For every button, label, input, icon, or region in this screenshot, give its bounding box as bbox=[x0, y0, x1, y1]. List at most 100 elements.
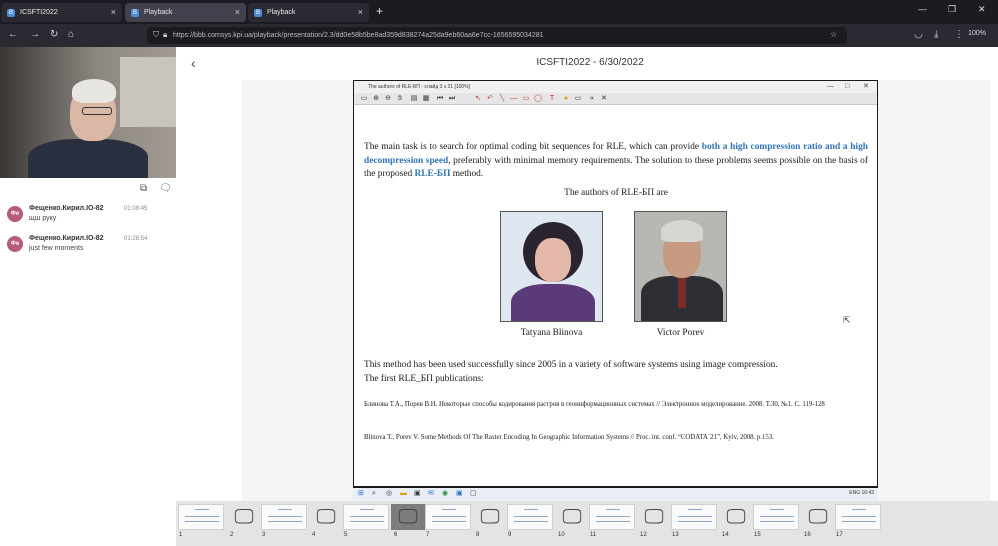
thumbnail-slide[interactable] bbox=[507, 504, 553, 530]
clear-icon[interactable]: ∝ bbox=[588, 95, 596, 103]
usage-paragraph: This method has been used successfully s… bbox=[364, 360, 778, 384]
thumbnail-number: 5 bbox=[344, 532, 348, 538]
hand-icon[interactable]: ✋︎ bbox=[396, 95, 404, 103]
tab-label: Playback bbox=[144, 9, 173, 16]
monitor-icon[interactable]: 🖵︎ bbox=[227, 504, 261, 530]
thumbnail-slide[interactable] bbox=[261, 504, 307, 530]
tab-playback[interactable]: B Playback × bbox=[248, 3, 369, 22]
grid-icon[interactable]: ▦ bbox=[422, 95, 430, 103]
ellipse-icon[interactable]: ◯ bbox=[534, 95, 542, 103]
maximize-icon[interactable]: □ bbox=[845, 81, 849, 93]
first-page-icon[interactable]: ⏮ bbox=[436, 95, 444, 103]
last-page-icon[interactable]: ⏭ bbox=[448, 95, 456, 103]
folder-icon[interactable]: ▬ bbox=[400, 490, 407, 497]
app-icon[interactable]: ▣ bbox=[414, 490, 421, 497]
edge-icon[interactable]: ◎ bbox=[386, 490, 393, 497]
open-icon[interactable]: ▭ bbox=[360, 95, 368, 103]
thumbnail-slide[interactable] bbox=[425, 504, 471, 530]
minimize-icon[interactable]: — bbox=[827, 81, 834, 93]
thumbnail-number: 2 bbox=[230, 532, 234, 538]
document-window-title: The authors of RLE-БП - слайд 3 з 21 [10… bbox=[354, 81, 877, 93]
windows-start-icon[interactable]: ⊞ bbox=[358, 490, 365, 497]
chat-text: just few moments bbox=[29, 245, 84, 252]
close-annotation-icon[interactable]: ✕ bbox=[600, 95, 608, 103]
chat-username: Фещенко.Кирил.ІО-82 bbox=[29, 205, 104, 212]
chrome-icon[interactable]: ◉ bbox=[442, 490, 449, 497]
monitor-icon[interactable]: 🖵︎ bbox=[719, 504, 753, 530]
app-icon[interactable]: ▢ bbox=[470, 490, 477, 497]
zoom-level[interactable]: 100% bbox=[968, 30, 986, 37]
page-icon[interactable]: ▤ bbox=[410, 95, 418, 103]
playback-page: ⧉ 🗨︎ Фе Фещенко.Кирил.ІО-82 01:08:45 щш … bbox=[0, 47, 998, 546]
rectangle-icon[interactable]: ▭ bbox=[522, 95, 530, 103]
monitor-icon[interactable]: 🖵︎ bbox=[637, 504, 671, 530]
monitor-icon[interactable]: 🖵︎ bbox=[801, 504, 835, 530]
extensions-icon[interactable]: ⋮ bbox=[954, 29, 964, 40]
new-tab-plus-icon[interactable]: + bbox=[376, 4, 383, 18]
maximize-icon[interactable]: ❐ bbox=[948, 4, 956, 15]
method-name: RLE-БП bbox=[414, 169, 451, 179]
window-close-icon[interactable]: ✕ bbox=[978, 4, 986, 15]
tab-icsfti2022[interactable]: B ICSFTI2022 × bbox=[1, 3, 122, 22]
line-icon[interactable]: — bbox=[510, 95, 518, 103]
eraser-icon[interactable]: ▭ bbox=[574, 95, 582, 103]
shield-icon[interactable]: ⛉ bbox=[153, 30, 159, 40]
pocket-icon[interactable]: ◡ bbox=[914, 29, 923, 40]
lock-icon[interactable]: 🔒︎ bbox=[163, 30, 167, 40]
thumbnail-number: 8 bbox=[476, 532, 480, 538]
download-icon[interactable]: ⤓ bbox=[934, 29, 938, 40]
viewer-toolbar: ▭ ⊕ ⊖ ✋︎ ▤ ▦ ⏮ ⏭ ↖ ↶ ╲ — ▭ ◯ T ● ▭ ∝ ✕ bbox=[354, 93, 877, 105]
thumbnail-number: 13 bbox=[672, 532, 679, 538]
back-arrow-icon[interactable]: ← bbox=[8, 29, 18, 40]
author-name: Victor Porev bbox=[656, 328, 705, 338]
forward-arrow-icon[interactable]: → bbox=[30, 29, 40, 40]
chat-text: щш руку bbox=[29, 215, 57, 222]
pointer-icon[interactable]: ↖ bbox=[474, 95, 482, 103]
thumbnail-number: 14 bbox=[722, 532, 729, 538]
thumbnail-number: 3 bbox=[262, 532, 266, 538]
url-text[interactable]: https://bbb.comsys.kpi.ua/playback/prese… bbox=[173, 32, 544, 39]
chat-toggle-icon[interactable]: 🗨︎ bbox=[159, 183, 172, 194]
monitor-icon[interactable]: 🖵︎ bbox=[473, 504, 507, 530]
monitor-icon[interactable]: 🖵︎ bbox=[309, 504, 343, 530]
copy-icon[interactable]: ⧉ bbox=[140, 183, 147, 194]
close-icon[interactable]: ✕ bbox=[863, 81, 869, 93]
chevron-left-icon[interactable]: ‹ bbox=[191, 55, 196, 71]
author-photo-blinova bbox=[500, 211, 603, 322]
search-icon[interactable]: ⌕ bbox=[372, 490, 379, 497]
undo-icon[interactable]: ↶ bbox=[486, 95, 494, 103]
tab-playback-active[interactable]: B Playback × bbox=[125, 3, 246, 22]
webcam-video[interactable] bbox=[0, 47, 176, 178]
thumbnail-slide[interactable] bbox=[589, 504, 635, 530]
pen-icon[interactable]: ╲ bbox=[498, 95, 506, 103]
thumbnail-slide[interactable] bbox=[343, 504, 389, 530]
close-icon[interactable]: × bbox=[111, 7, 116, 17]
chat-timestamp[interactable]: 01:28:54 bbox=[124, 236, 147, 242]
app-icon[interactable]: ▣ bbox=[456, 490, 463, 497]
monitor-icon[interactable]: 🖵︎ bbox=[391, 504, 425, 530]
thumbnail-number: 10 bbox=[558, 532, 565, 538]
zoom-out-icon[interactable]: ⊖ bbox=[384, 95, 392, 103]
thumbnail-slide[interactable] bbox=[753, 504, 799, 530]
thumbnail-slide[interactable] bbox=[835, 504, 881, 530]
chat-timestamp[interactable]: 01:08:45 bbox=[124, 206, 147, 212]
bbb-favicon-icon: B bbox=[131, 8, 139, 17]
thumbnail-slide[interactable] bbox=[178, 504, 224, 530]
minimize-icon[interactable]: — bbox=[918, 4, 927, 14]
thumbnail-slide[interactable] bbox=[671, 504, 717, 530]
home-icon[interactable]: ⌂ bbox=[68, 29, 74, 40]
url-bar[interactable]: ⛉ 🔒︎ https://bbb.comsys.kpi.ua/playback/… bbox=[147, 27, 847, 44]
chat-username: Фещенко.Кирил.ІО-82 bbox=[29, 235, 104, 242]
tab-label: Playback bbox=[267, 9, 296, 16]
highlight-icon[interactable]: ● bbox=[562, 95, 570, 103]
bookmark-star-icon[interactable]: ☆ bbox=[830, 30, 837, 39]
close-icon[interactable]: × bbox=[358, 7, 363, 17]
mail-icon[interactable]: ✉ bbox=[428, 490, 435, 497]
reload-icon[interactable]: ↻ bbox=[50, 29, 58, 40]
monitor-icon[interactable]: 🖵︎ bbox=[555, 504, 589, 530]
zoom-in-icon[interactable]: ⊕ bbox=[372, 95, 380, 103]
close-icon[interactable]: × bbox=[235, 7, 240, 17]
text-icon[interactable]: T bbox=[548, 95, 556, 103]
document-window: The authors of RLE-БП - слайд 3 з 21 [10… bbox=[353, 80, 878, 488]
system-tray[interactable]: ENG 16:43 bbox=[849, 490, 874, 496]
